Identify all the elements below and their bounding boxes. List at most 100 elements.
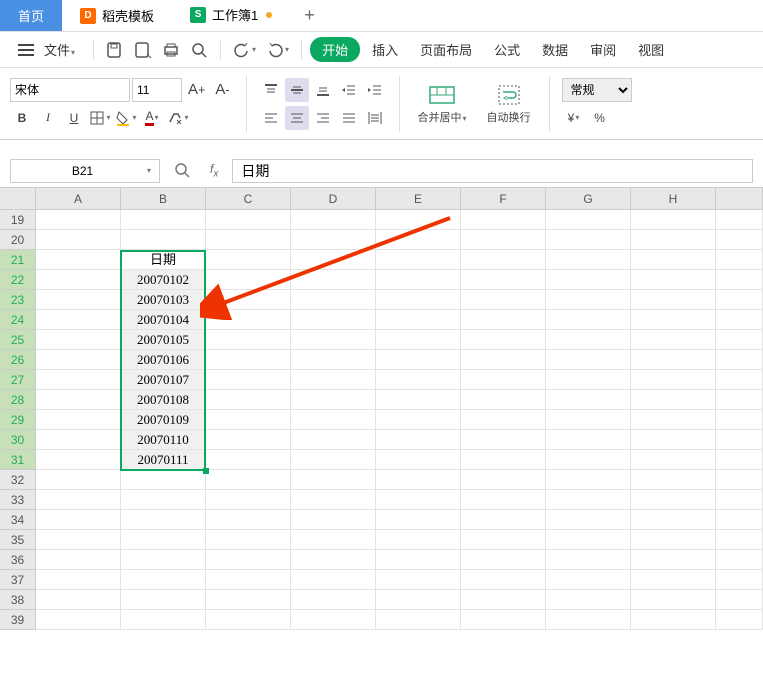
grid-cell[interactable] <box>376 370 461 390</box>
grid-cell[interactable] <box>631 350 716 370</box>
grid-cell[interactable] <box>461 590 546 610</box>
grid-cell[interactable] <box>121 470 206 490</box>
grid-cell[interactable] <box>206 250 291 270</box>
grid-cell[interactable] <box>376 210 461 230</box>
menu-page-layout[interactable]: 页面布局 <box>410 36 482 63</box>
grid-cell[interactable] <box>206 290 291 310</box>
grid-cell[interactable] <box>631 390 716 410</box>
grid-cell[interactable] <box>206 470 291 490</box>
fx-icon[interactable]: fx <box>210 162 218 179</box>
grid-cell[interactable] <box>461 470 546 490</box>
menu-view[interactable]: 视图 <box>628 36 674 63</box>
row-header[interactable]: 37 <box>0 570 36 590</box>
grid-cell[interactable] <box>376 470 461 490</box>
grid-cell[interactable] <box>461 330 546 350</box>
grid-cell[interactable] <box>121 550 206 570</box>
grid-cell[interactable] <box>546 430 631 450</box>
grid-cell[interactable] <box>291 410 376 430</box>
row-header[interactable]: 19 <box>0 210 36 230</box>
clear-format-icon[interactable]: ▾ <box>166 106 190 130</box>
grid-cell[interactable] <box>376 270 461 290</box>
hamburger-icon[interactable] <box>12 39 40 61</box>
align-right-icon[interactable] <box>311 106 335 130</box>
grid-cell[interactable] <box>291 330 376 350</box>
align-center-icon[interactable] <box>285 106 309 130</box>
grid-cell[interactable] <box>546 530 631 550</box>
percent-icon[interactable]: % <box>588 106 612 130</box>
grid-cell[interactable] <box>631 310 716 330</box>
grid-cell[interactable] <box>461 250 546 270</box>
grid-cell[interactable] <box>546 270 631 290</box>
grid-cell[interactable] <box>291 230 376 250</box>
row-header[interactable]: 23 <box>0 290 36 310</box>
tab-home[interactable]: 首页 <box>0 0 62 31</box>
grid-cell[interactable] <box>461 510 546 530</box>
grid-cell[interactable] <box>121 510 206 530</box>
grid-cell[interactable] <box>461 530 546 550</box>
grid-cell[interactable] <box>206 310 291 330</box>
column-header[interactable]: B <box>121 188 206 210</box>
grid-cell[interactable] <box>121 210 206 230</box>
grid-cell[interactable] <box>206 570 291 590</box>
grid-cell[interactable] <box>121 230 206 250</box>
column-header[interactable]: D <box>291 188 376 210</box>
grid-cell[interactable] <box>206 330 291 350</box>
grid-cell[interactable]: 20070108 <box>121 390 206 410</box>
tab-docell[interactable]: D 稻壳模板 <box>62 0 172 31</box>
grid-cell[interactable] <box>376 450 461 470</box>
grid-cell[interactable] <box>206 530 291 550</box>
grid-cell[interactable] <box>631 410 716 430</box>
grid-cell[interactable] <box>36 330 121 350</box>
grid-cell[interactable] <box>546 210 631 230</box>
grid-cell[interactable] <box>121 590 206 610</box>
grid-cell[interactable] <box>36 570 121 590</box>
grid-cell[interactable] <box>546 310 631 330</box>
grid-cell[interactable] <box>546 490 631 510</box>
grid-cell[interactable] <box>206 430 291 450</box>
grid-cell[interactable] <box>461 370 546 390</box>
grid-cell[interactable] <box>291 350 376 370</box>
row-header[interactable]: 36 <box>0 550 36 570</box>
grid-cell[interactable] <box>546 610 631 630</box>
grid-cell[interactable] <box>36 590 121 610</box>
align-top-icon[interactable] <box>259 78 283 102</box>
menu-review[interactable]: 审阅 <box>580 36 626 63</box>
grid-cell[interactable] <box>376 570 461 590</box>
grid-cell[interactable] <box>291 370 376 390</box>
menu-data[interactable]: 数据 <box>532 36 578 63</box>
grid-cell[interactable] <box>631 290 716 310</box>
grid-cell[interactable] <box>461 310 546 330</box>
grid-cell[interactable] <box>461 450 546 470</box>
grid-cell[interactable] <box>376 250 461 270</box>
grid-cell[interactable] <box>291 490 376 510</box>
grid-cell[interactable] <box>36 410 121 430</box>
row-header[interactable]: 39 <box>0 610 36 630</box>
font-size-select[interactable] <box>132 78 182 102</box>
row-header[interactable]: 26 <box>0 350 36 370</box>
grid-cell[interactable] <box>546 370 631 390</box>
font-color-icon[interactable]: A▾ <box>140 106 164 130</box>
print-icon[interactable] <box>158 37 184 63</box>
grid-cell[interactable] <box>376 530 461 550</box>
grid-cell[interactable] <box>461 610 546 630</box>
grid-cell[interactable] <box>631 370 716 390</box>
grid-cell[interactable] <box>631 590 716 610</box>
tab-workbook[interactable]: S 工作簿1 <box>172 0 290 31</box>
grid-cell[interactable] <box>291 290 376 310</box>
distribute-icon[interactable] <box>363 106 387 130</box>
row-header[interactable]: 34 <box>0 510 36 530</box>
grid-cell[interactable] <box>36 250 121 270</box>
column-header[interactable]: A <box>36 188 121 210</box>
grid-cell[interactable] <box>461 210 546 230</box>
grid-cell[interactable] <box>291 210 376 230</box>
formula-input[interactable]: 日期 <box>232 159 753 183</box>
grid-cell[interactable] <box>376 390 461 410</box>
grid-cell[interactable] <box>546 470 631 490</box>
file-menu[interactable]: 文件▾ <box>42 36 85 63</box>
align-left-icon[interactable] <box>259 106 283 130</box>
grid-cell[interactable] <box>376 230 461 250</box>
grid-cell[interactable]: 20070106 <box>121 350 206 370</box>
menu-formula[interactable]: 公式 <box>484 36 530 63</box>
row-header[interactable]: 31 <box>0 450 36 470</box>
grid-cell[interactable] <box>291 430 376 450</box>
